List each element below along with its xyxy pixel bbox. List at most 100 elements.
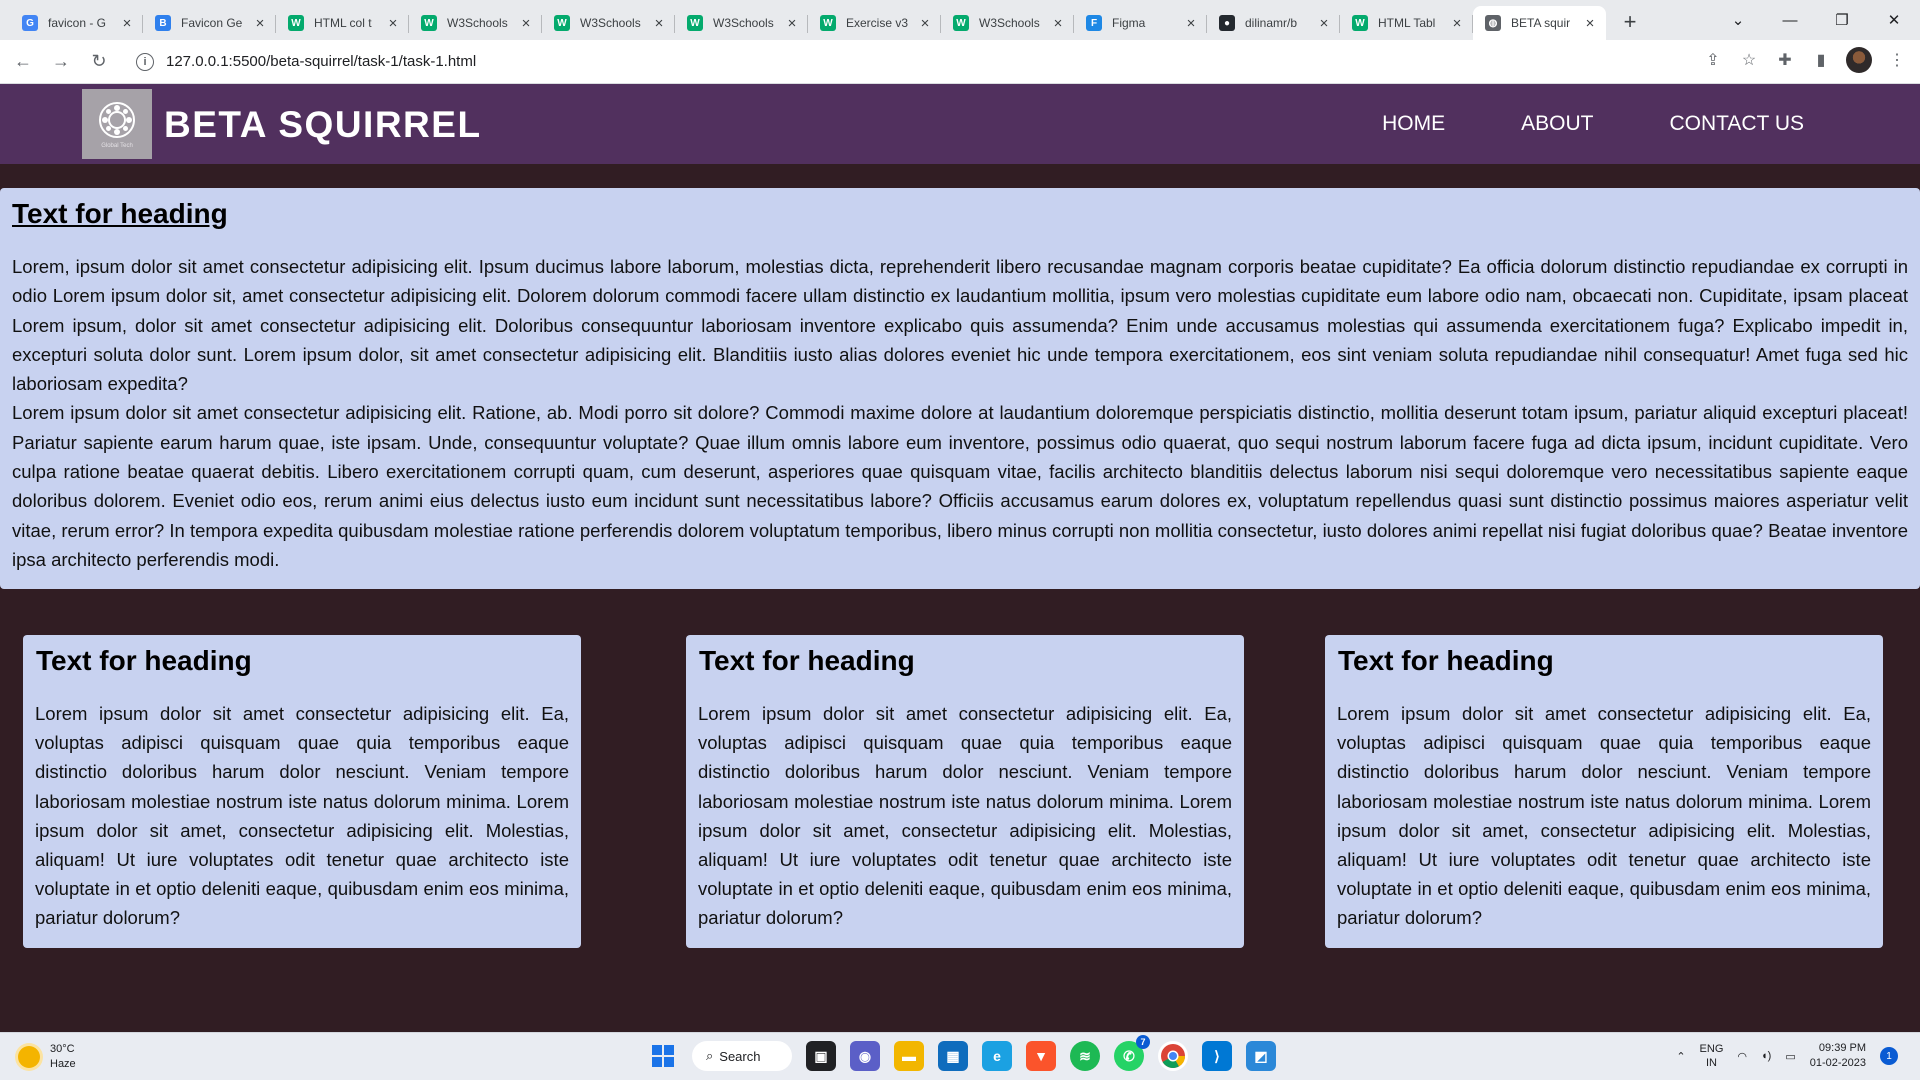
browser-tab[interactable]: W W3Schools ×	[409, 6, 542, 40]
tab-close-icon[interactable]: ×	[1316, 15, 1332, 32]
google-icon: G	[22, 15, 38, 31]
site-info-icon[interactable]: i	[136, 52, 154, 71]
share-icon[interactable]: ⇪	[1702, 49, 1724, 71]
tab-title: Exercise v3	[846, 16, 909, 30]
side-panel-icon[interactable]: ▮	[1810, 49, 1832, 71]
site-header: Global Tech BETA SQUIRREL HOME ABOUT CON…	[0, 84, 1920, 164]
nav-home-link[interactable]: HOME	[1382, 112, 1445, 136]
photos-app-icon[interactable]: ◩	[1246, 1041, 1276, 1071]
url-text: 127.0.0.1:5500/beta-squirrel/task-1/task…	[166, 53, 477, 70]
tab-close-icon[interactable]: ×	[252, 15, 268, 32]
tab-title: W3Schools	[580, 16, 641, 30]
file-explorer-icon[interactable]: ▬	[894, 1041, 924, 1071]
volume-icon[interactable]: ◖)	[1761, 1050, 1771, 1062]
os-taskbar: 30°C Haze ⌕ Search ▣ ◉ ▬ ▦ e ▼ ≋ ✆ 7 ⟩ ◩…	[0, 1032, 1920, 1080]
browser-tab[interactable]: F Figma ×	[1074, 6, 1207, 40]
browser-tab[interactable]: ● dilinamr/b ×	[1207, 6, 1340, 40]
tab-close-icon[interactable]: ×	[385, 15, 401, 32]
tab-search-icon[interactable]: ⌄	[1712, 11, 1764, 29]
back-icon[interactable]: ←	[8, 47, 38, 77]
taskbar-apps: ⌕ Search ▣ ◉ ▬ ▦ e ▼ ≋ ✆ 7 ⟩ ◩	[648, 1035, 1276, 1071]
tab-close-icon[interactable]: ×	[119, 15, 135, 32]
reload-icon[interactable]: ↻	[84, 47, 114, 77]
card-text: Lorem ipsum dolor sit amet consectetur a…	[35, 703, 569, 929]
favicon-generator-icon: B	[155, 15, 171, 31]
tab-title: W3Schools	[447, 16, 508, 30]
main-heading: Text for heading	[12, 198, 228, 229]
tab-title: favicon - G	[48, 16, 107, 30]
w3schools-icon: W	[421, 15, 437, 31]
browser-tab[interactable]: W HTML col t ×	[276, 6, 409, 40]
language-indicator[interactable]: ENG IN	[1700, 1042, 1724, 1070]
chrome-browser-icon[interactable]	[1158, 1041, 1188, 1071]
menu-kebab-icon[interactable]: ⋮	[1886, 49, 1908, 71]
tab-title: dilinamr/b	[1245, 16, 1298, 30]
tab-close-icon[interactable]: ×	[917, 15, 933, 32]
brand-name[interactable]: BETA SQUIRREL	[164, 104, 482, 146]
github-icon: ●	[1219, 15, 1235, 31]
browser-tab[interactable]: ◍ BETA squir ×	[1473, 6, 1606, 40]
wifi-icon[interactable]: ◠	[1737, 1050, 1747, 1063]
extensions-icon[interactable]: ✚	[1774, 49, 1796, 71]
w3schools-icon: W	[687, 15, 703, 31]
whatsapp-icon[interactable]: ✆ 7	[1114, 1035, 1150, 1071]
w3schools-icon: W	[953, 15, 969, 31]
tab-close-icon[interactable]: ×	[1050, 15, 1066, 32]
browser-tab[interactable]: Gfavicon - G ×	[10, 6, 143, 40]
browser-tab[interactable]: W HTML Tabl ×	[1340, 6, 1473, 40]
weather-widget[interactable]: 30°C Haze	[18, 1042, 76, 1072]
globe-icon: ◍	[1485, 15, 1501, 31]
weather-temperature: 30°C	[50, 1043, 75, 1055]
logo[interactable]: Global Tech	[82, 89, 152, 159]
microsoft-store-icon[interactable]: ▦	[938, 1041, 968, 1071]
battery-icon[interactable]: ▭	[1785, 1050, 1795, 1063]
minimize-icon[interactable]: —	[1764, 12, 1816, 29]
w3schools-icon: W	[554, 15, 570, 31]
tab-close-icon[interactable]: ×	[518, 15, 534, 32]
browser-tab[interactable]: B Favicon Ge ×	[143, 6, 276, 40]
tray-overflow-icon[interactable]: ⌃	[1676, 1050, 1685, 1063]
restore-icon[interactable]: ❐	[1816, 11, 1868, 29]
nav-contact-link[interactable]: CONTACT US	[1669, 112, 1804, 136]
w3schools-icon: W	[288, 15, 304, 31]
taskbar-search-label: Search	[719, 1048, 761, 1064]
content-card: Text for heading Lorem ipsum dolor sit a…	[1325, 635, 1883, 948]
address-bar[interactable]: i 127.0.0.1:5500/beta-squirrel/task-1/ta…	[128, 46, 1648, 78]
tab-title: W3Schools	[713, 16, 774, 30]
tab-close-icon[interactable]: ×	[784, 15, 800, 32]
tab-close-icon[interactable]: ×	[1582, 15, 1598, 32]
nav-about-link[interactable]: ABOUT	[1521, 112, 1593, 136]
card-text: Lorem ipsum dolor sit amet consectetur a…	[1337, 703, 1871, 929]
bookmark-star-icon[interactable]: ☆	[1738, 49, 1760, 71]
card-heading: Text for heading	[1338, 645, 1554, 676]
logo-emblem-icon	[99, 101, 135, 138]
browser-tab[interactable]: W W3Schools ×	[675, 6, 808, 40]
teams-chat-icon[interactable]: ◉	[850, 1041, 880, 1071]
spotify-icon[interactable]: ≋	[1070, 1041, 1100, 1071]
brave-browser-icon[interactable]: ▼	[1026, 1041, 1056, 1071]
window-controls: ⌄ — ❐ ✕	[1712, 0, 1920, 40]
close-window-icon[interactable]: ✕	[1868, 11, 1920, 29]
taskbar-search[interactable]: ⌕ Search	[692, 1041, 792, 1071]
browser-tab[interactable]: W W3Schools ×	[542, 6, 675, 40]
tab-close-icon[interactable]: ×	[651, 15, 667, 32]
main-content-panel: Text for heading Lorem, ipsum dolor sit …	[0, 188, 1920, 589]
windows-start-icon[interactable]	[648, 1041, 678, 1071]
tab-title: BETA squir	[1511, 16, 1571, 30]
tab-close-icon[interactable]: ×	[1449, 15, 1465, 32]
weather-condition: Haze	[50, 1058, 76, 1070]
notification-badge[interactable]: 1	[1880, 1047, 1898, 1065]
browser-tab[interactable]: W Exercise v3 ×	[808, 6, 941, 40]
task-view-icon[interactable]: ▣	[806, 1041, 836, 1071]
profile-avatar[interactable]	[1846, 47, 1872, 73]
figma-icon: F	[1086, 15, 1102, 31]
vscode-icon[interactable]: ⟩	[1202, 1041, 1232, 1071]
new-tab-button[interactable]: +	[1614, 6, 1646, 38]
card-text: Lorem ipsum dolor sit amet consectetur a…	[698, 703, 1232, 929]
w3schools-icon: W	[820, 15, 836, 31]
forward-icon[interactable]: →	[46, 47, 76, 77]
tab-close-icon[interactable]: ×	[1183, 15, 1199, 32]
browser-tab[interactable]: W W3Schools ×	[941, 6, 1074, 40]
clock[interactable]: 09:39 PM 01-02-2023	[1810, 1041, 1866, 1071]
edge-browser-icon[interactable]: e	[982, 1041, 1012, 1071]
